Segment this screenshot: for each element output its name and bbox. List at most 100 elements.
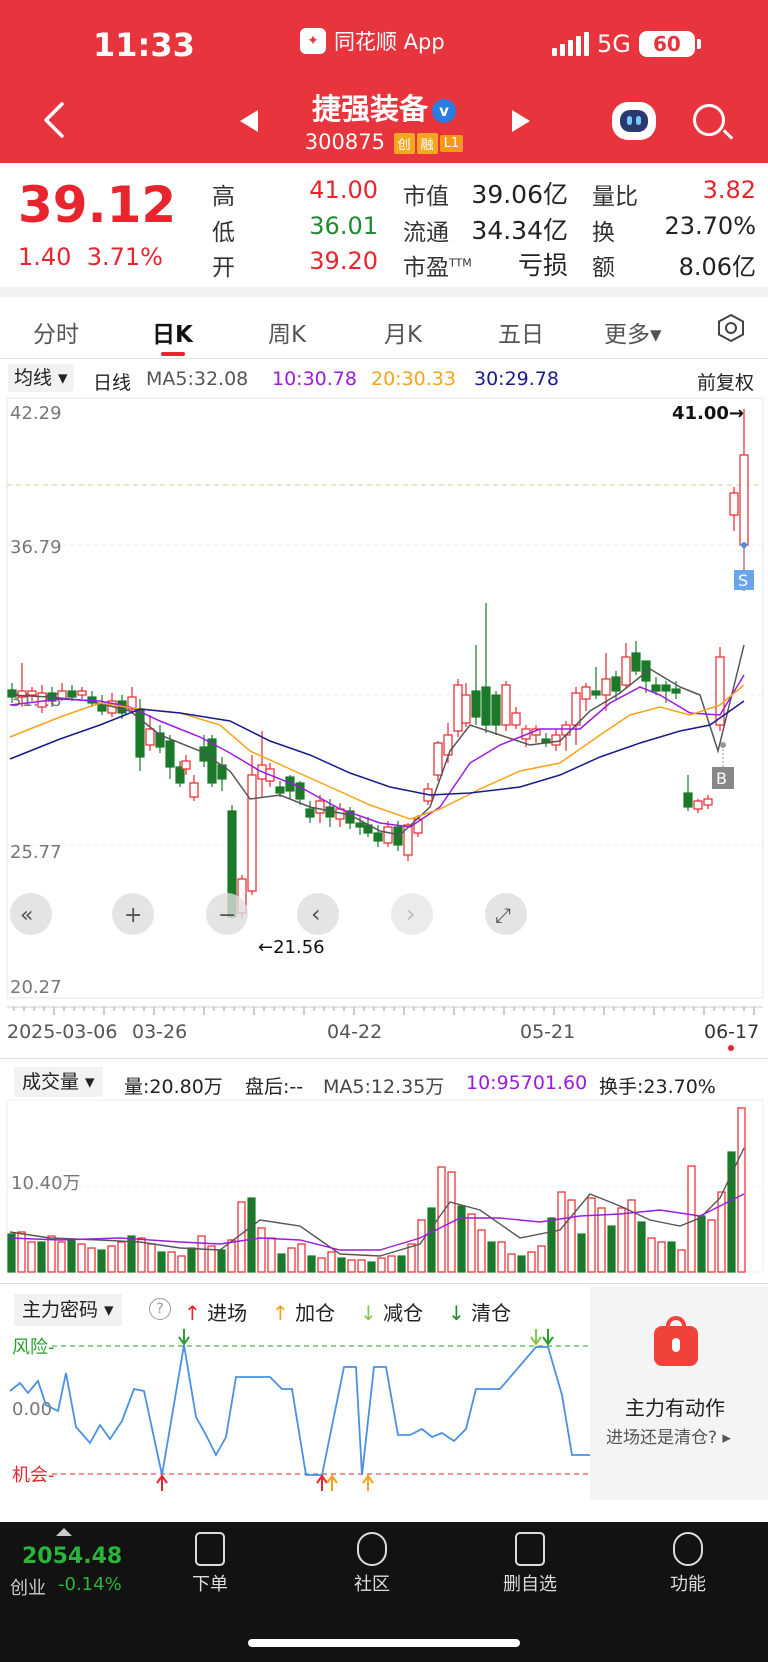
legend-add: ↑ 加仓 [272,1301,336,1325]
tab-weekly-k[interactable]: 周K [268,315,306,349]
svg-text:‹: ‹ [311,900,321,928]
value-high: 41.00 [309,176,378,204]
divider [0,287,768,297]
ma-lines-group [9,644,745,836]
indicator-chart: 风险- 0.00 机会- [9,1329,590,1491]
volume-ma10: 10:95701.60 [466,1072,588,1094]
stock-code: 300875 [304,130,385,154]
label-open: 开 [212,255,235,281]
date-2: 03-26 [132,1021,187,1043]
tab-daily-k[interactable]: 日K [152,315,193,349]
adjust-mode[interactable]: 前复权 [697,368,754,395]
status-app-name: 同花顺 App [334,30,445,54]
after-hours: 盘后:-- [245,1076,304,1098]
signal-icon [552,32,589,56]
app-logo-icon: ✦ [300,28,326,54]
svg-text:›: › [406,900,416,928]
risk-label: 风险- [12,1337,55,1358]
volume-ma5: MA5:12.35万 [323,1076,445,1098]
date-4: 05-21 [520,1021,575,1043]
signal-b: B [712,742,734,789]
label-amount: 额 [592,255,615,281]
date-end: 06-17 [704,1021,759,1043]
chance-label: 机会- [12,1465,55,1486]
document-icon [195,1532,225,1566]
index-name: 创业 [10,1578,46,1599]
tag-rong: 融 [416,132,438,154]
battery-icon: 60 [638,31,701,57]
period-tabs: 分时 日K 周K 月K 五日 更多▾ [0,297,768,359]
status-right: 5G 60 [552,30,701,58]
value-open: 39.20 [309,247,378,275]
robot-assistant-icon[interactable] [612,102,656,140]
tag-chuang: 创 [393,132,415,154]
label-low: 低 [212,220,235,246]
signal-s: S [734,542,754,590]
tab-monthly-k[interactable]: 月K [384,315,422,349]
next-stock-icon[interactable] [512,110,530,132]
status-app: ✦ 同花顺 App [300,26,445,56]
legend-enter: ↑ 进场 [184,1301,248,1325]
change-value: 1.40 [18,243,72,271]
ma5-value: MA5:32.08 [146,368,249,390]
main-force-panel[interactable]: 主力有动作 进场还是清仓? ▸ [590,1286,768,1500]
label-volume-ratio: 量比 [592,184,638,210]
stock-name: 捷强装备 [311,92,428,126]
tab-more[interactable]: 更多▾ [604,315,662,349]
volume-bars [7,1107,746,1273]
label-turnover: 换 [592,220,615,246]
y-tick-4: 25.77 [10,842,62,863]
high-marker-label: 41.00→ [672,403,744,424]
tab-intraday[interactable]: 分时 [33,315,79,349]
tab-five-day[interactable]: 五日 [498,315,544,349]
value-low: 36.01 [309,212,378,240]
date-3: 04-22 [327,1021,382,1043]
signal-b-label: B [716,769,727,788]
top-bar: 11:33 ✦ 同花顺 App 5G 60 捷强装备 v 300875 创融 L1 [0,0,768,163]
home-indicator [248,1639,520,1647]
volume-turnover: 换手:23.70% [599,1076,716,1098]
lock-icon [654,1316,698,1366]
date-start: 2025-03-06 [7,1021,117,1043]
functions-button[interactable]: 功能 [638,1522,738,1596]
order-button[interactable]: 下单 [160,1522,260,1596]
svg-text:«: « [20,903,33,928]
label-float: 流通 [403,220,449,246]
community-button[interactable]: 社区 [322,1522,422,1596]
period-label: 日线 [93,372,132,394]
volume-selector[interactable]: 成交量 ▾ [14,1067,103,1097]
network-label: 5G [597,30,631,58]
y-tick-2: 36.79 [10,537,62,558]
index-value[interactable]: 2054.48 [22,1544,122,1569]
value-pe: 亏损 [517,251,568,280]
index-change: -0.14% [58,1574,122,1595]
volume-chart[interactable]: 10.40万 [0,1098,768,1273]
zero-label: 0.00 [12,1399,52,1420]
value-amount: 8.06亿 [678,253,756,281]
ma-legend-row: 均线 ▾ 日线 MA5:32.08 10:30.78 20:30.33 30:2… [0,359,768,395]
legend-clear: ↓ 清仓 [448,1301,512,1325]
change-pct: 3.71% [86,243,163,271]
tab-active-indicator [161,352,185,356]
tag-l1: L1 [439,134,464,152]
panel-subtitle: 进场还是清仓? ▸ [606,1428,731,1448]
help-icon[interactable]: ? [149,1298,171,1320]
svg-text:+: + [124,903,142,928]
kline-chart[interactable]: 42.29 36.79 31.28 25.77 20.27 41.00→ ←21… [0,395,768,1055]
ma-selector[interactable]: 均线 ▾ [8,364,74,392]
remove-watchlist-button[interactable]: 删自选 [480,1522,580,1596]
value-turnover: 23.70% [664,212,756,240]
settings-hexagon-icon[interactable] [716,313,746,343]
svg-text:⤢: ⤢ [495,903,511,927]
label-high: 高 [212,184,235,210]
search-icon[interactable] [693,104,725,136]
status-time: 11:33 [93,26,195,64]
verified-icon: v [432,99,456,123]
value-market-cap: 39.06亿 [471,180,568,209]
y-tick-max: 42.29 [10,403,62,424]
signal-s-label: S [738,571,748,590]
value-float: 34.34亿 [471,216,568,245]
indicator-selector[interactable]: 主力密码 ▾ [14,1294,122,1326]
price-change: 1.40 3.71% [18,243,163,271]
status-bar: 11:33 ✦ 同花顺 App 5G 60 [0,0,768,86]
